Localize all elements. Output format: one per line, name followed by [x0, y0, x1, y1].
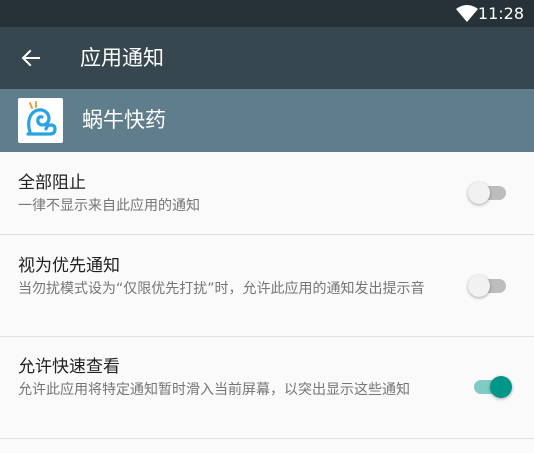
app-header: 蜗牛快药	[0, 89, 534, 152]
toggle-thumb	[490, 376, 512, 398]
toggle-thumb	[468, 275, 490, 297]
priority-toggle[interactable]	[468, 275, 510, 297]
toolbar: 应用通知	[0, 27, 534, 89]
page-title: 应用通知	[80, 46, 164, 70]
arrow-back-icon[interactable]	[20, 47, 42, 69]
block-all-toggle[interactable]	[468, 182, 510, 204]
setting-label: 视为优先通知	[18, 256, 120, 276]
setting-description: 当勿扰模式设为“仅限优先打扰”时，允许此应用的通知发出提示音	[18, 281, 425, 297]
setting-description: 允许此应用将特定通知暂时滑入当前屏幕，以突出显示这些通知	[18, 382, 410, 398]
setting-priority[interactable]: 视为优先通知 当勿扰模式设为“仅限优先打扰”时，允许此应用的通知发出提示音	[0, 235, 534, 337]
setting-description: 一律不显示来自此应用的通知	[18, 198, 200, 214]
setting-peek[interactable]: 允许快速查看 允许此应用将特定通知暂时滑入当前屏幕，以突出显示这些通知	[0, 337, 534, 439]
status-bar: 11:28	[0, 0, 534, 27]
peek-toggle[interactable]	[470, 376, 512, 398]
wifi-icon	[456, 5, 478, 22]
snail-logo-graphic	[26, 101, 57, 136]
setting-label: 允许快速查看	[18, 357, 120, 377]
setting-label: 全部阻止	[18, 173, 86, 193]
setting-block-all[interactable]: 全部阻止 一律不显示来自此应用的通知	[0, 152, 534, 235]
status-time: 11:28	[477, 4, 524, 23]
app-name: 蜗牛快药	[82, 108, 166, 132]
snail-app-icon	[18, 98, 63, 143]
toggle-thumb	[468, 182, 490, 204]
